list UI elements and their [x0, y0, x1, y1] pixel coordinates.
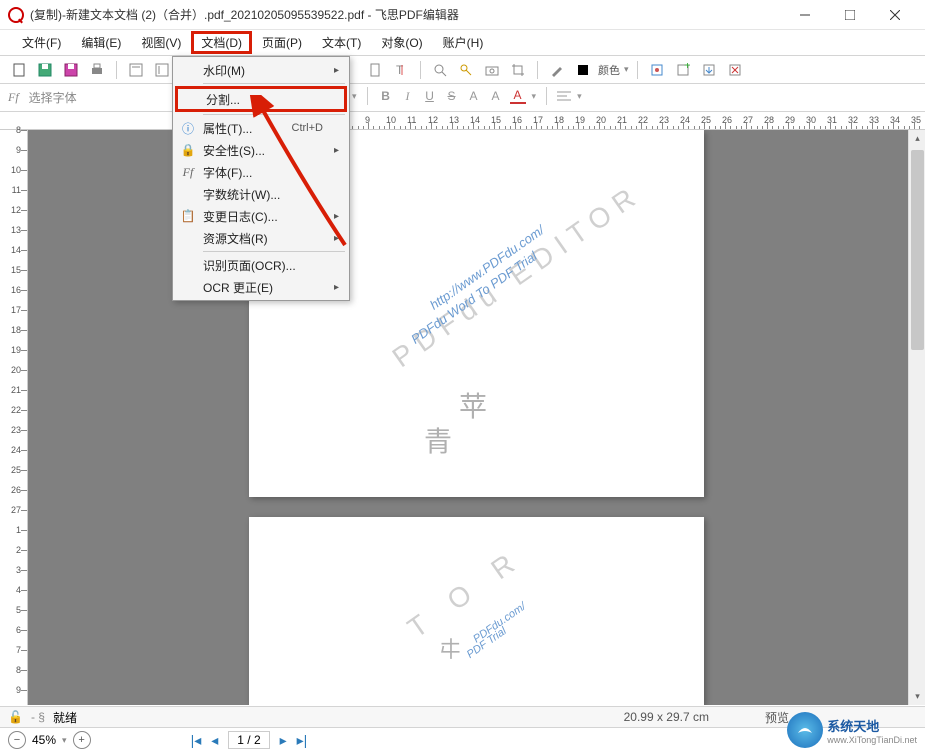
sup-button[interactable]: A: [466, 89, 482, 103]
sub-button[interactable]: A: [488, 89, 504, 103]
first-page-button[interactable]: |◂: [191, 732, 202, 749]
brand-watermark: 系统天地 www.XiTongTianDi.net: [787, 712, 917, 748]
ruler-horizontal: // rendered after data load below 910111…: [0, 112, 925, 130]
cn-char-2: 青: [424, 420, 452, 460]
tool-camera-icon[interactable]: [481, 59, 503, 81]
scroll-up-button[interactable]: ▴: [909, 130, 925, 147]
watermark-trial: PDFdu Word To PDF Trial: [408, 248, 540, 346]
zoom-out-button[interactable]: −: [8, 731, 26, 749]
menu-properties[interactable]: ⓘ属性(T)...Ctrl+D: [175, 117, 347, 139]
brand-url: www.XiTongTianDi.net: [827, 735, 917, 745]
menu-ocr[interactable]: 识别页面(OCR)...: [175, 254, 347, 276]
menu-bar: 文件(F) 编辑(E) 视图(V) 文档(D) 页面(P) 文本(T) 对象(O…: [0, 30, 925, 56]
prev-page-button[interactable]: ◂: [211, 732, 218, 749]
tool-find-icon[interactable]: [429, 59, 451, 81]
mode-a-icon[interactable]: [125, 59, 147, 81]
tool-key-icon[interactable]: [455, 59, 477, 81]
menu-account[interactable]: 账户(H): [433, 31, 494, 54]
document-menu-dropdown: 水印(M)▸ 分割... ⓘ属性(T)...Ctrl+D 🔒安全性(S)...▸…: [172, 56, 350, 301]
cn-char-1: 苹: [459, 385, 487, 425]
preview-label[interactable]: 预览: [765, 709, 789, 726]
close-button[interactable]: [872, 1, 917, 29]
save-icon[interactable]: [34, 59, 56, 81]
menu-view[interactable]: 视图(V): [131, 31, 191, 54]
zoom-bar: − 45% ▾ + |◂ ◂ 1 / 2 ▸ ▸|: [0, 727, 925, 752]
page-indicator[interactable]: 1 / 2: [228, 731, 269, 749]
zoom-in-button[interactable]: +: [73, 731, 91, 749]
ruler-vertical: 8910111213141516171819202122232425262712…: [0, 130, 28, 705]
svg-text:T: T: [396, 63, 404, 77]
align-button[interactable]: [557, 90, 571, 102]
maximize-button[interactable]: [827, 1, 872, 29]
svg-text:+: +: [684, 63, 690, 72]
font-select-label[interactable]: 选择字体: [29, 89, 77, 106]
page-size: 20.99 x 29.7 cm: [624, 710, 709, 724]
window-title: (复制)-新建文本文档 (2)（合并）.pdf_2021020509553952…: [30, 6, 782, 23]
italic-button[interactable]: I: [400, 89, 416, 104]
title-bar: (复制)-新建文本文档 (2)（合并）.pdf_2021020509553952…: [0, 0, 925, 30]
scroll-down-button[interactable]: ▾: [909, 688, 925, 705]
app-icon: [8, 7, 24, 23]
tool-remove-icon[interactable]: [724, 59, 746, 81]
canvas[interactable]: PDFdu EDITOR http://www.PDFdu.com/ PDFdu…: [28, 130, 925, 705]
workspace: 8910111213141516171819202122232425262712…: [0, 130, 925, 705]
menu-wordcount[interactable]: 字数统计(W)...: [175, 183, 347, 205]
color-label: 颜色: [598, 62, 620, 78]
next-page-button[interactable]: ▸: [280, 732, 287, 749]
pdf-page-2[interactable]: T O R PDFdu.com/ PDF Trial 㐄: [249, 517, 704, 705]
menu-changelog[interactable]: 📋变更日志(C)...▸: [175, 205, 347, 227]
menu-watermark[interactable]: 水印(M)▸: [175, 59, 347, 81]
format-toolbar: Ff 选择字体 ▾ B I U S A A A ▾ ▾: [0, 84, 925, 112]
menu-ocr-correct[interactable]: OCR 更正(E)▸: [175, 276, 347, 298]
minimize-button[interactable]: [782, 1, 827, 29]
menu-text[interactable]: 文本(T): [312, 31, 371, 54]
brand-name: 系统天地: [827, 716, 917, 735]
bold-button[interactable]: B: [378, 89, 394, 103]
new-icon[interactable]: [8, 59, 30, 81]
menu-object[interactable]: 对象(O): [371, 31, 432, 54]
menu-page[interactable]: 页面(P): [252, 31, 312, 54]
fontcolor-button[interactable]: A: [510, 88, 526, 104]
font-icon: Ff: [8, 90, 19, 105]
tool-color-icon[interactable]: [572, 59, 594, 81]
watermark-big-2: T O R: [402, 541, 530, 644]
last-page-button[interactable]: ▸|: [297, 732, 308, 749]
vertical-scrollbar[interactable]: ▴ ▾: [908, 130, 925, 705]
menu-split[interactable]: 分割...: [175, 86, 347, 112]
tool-brush-icon[interactable]: [546, 59, 568, 81]
menu-fonts[interactable]: Ff字体(F)...: [175, 161, 347, 183]
lock-icon: 🔓: [8, 710, 23, 724]
print-icon[interactable]: [86, 59, 108, 81]
tool-page-icon[interactable]: [364, 59, 386, 81]
zoom-level[interactable]: 45%: [32, 733, 56, 747]
scroll-thumb[interactable]: [911, 150, 924, 350]
main-toolbar: T 颜色 ▾ +: [0, 56, 925, 84]
tool-stamp-icon[interactable]: [646, 59, 668, 81]
menu-edit[interactable]: 编辑(E): [71, 31, 131, 54]
status-bar: 🔓 - § 就绪 20.99 x 29.7 cm 预览: [0, 706, 925, 727]
save-as-icon[interactable]: [60, 59, 82, 81]
strike-button[interactable]: S: [444, 89, 460, 103]
menu-resources[interactable]: 资源文档(R)▸: [175, 227, 347, 249]
menu-security[interactable]: 🔒安全性(S)...▸: [175, 139, 347, 161]
cn-char-3: 㐄: [439, 632, 461, 664]
tool-crop-icon[interactable]: [507, 59, 529, 81]
mode-b-icon[interactable]: [151, 59, 173, 81]
status-text: 就绪: [53, 709, 77, 726]
menu-file[interactable]: 文件(F): [12, 31, 71, 54]
underline-button[interactable]: U: [422, 89, 438, 103]
tool-text-icon[interactable]: T: [390, 59, 412, 81]
menu-document[interactable]: 文档(D): [191, 31, 252, 54]
tool-export-icon[interactable]: [698, 59, 720, 81]
tool-add-icon[interactable]: +: [672, 59, 694, 81]
brand-logo-icon: [787, 712, 823, 748]
